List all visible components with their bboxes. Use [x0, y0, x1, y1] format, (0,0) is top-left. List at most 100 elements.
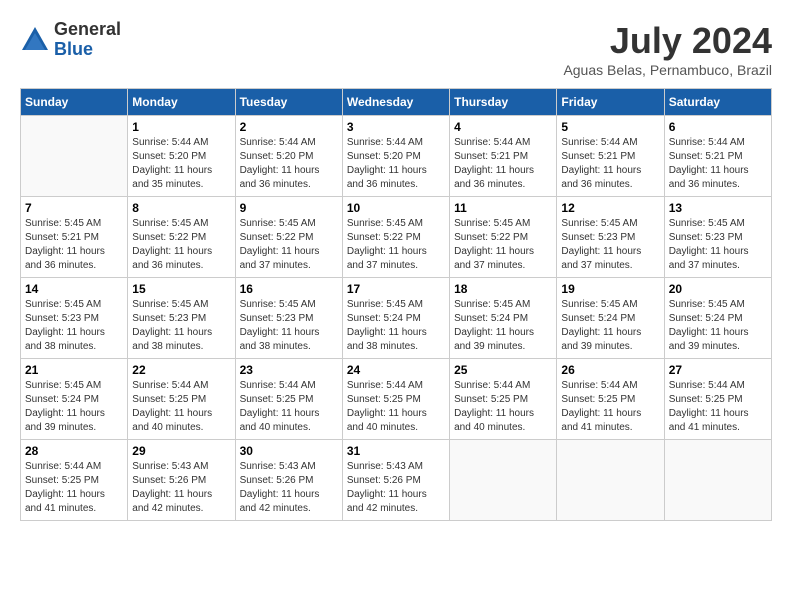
day-number: 2 — [240, 120, 338, 134]
logo-blue-text: Blue — [54, 40, 121, 60]
calendar-day-cell: 6 Sunrise: 5:44 AM Sunset: 5:21 PM Daylig… — [664, 116, 771, 197]
logo-general-text: General — [54, 20, 121, 40]
day-info: Sunrise: 5:45 AM Sunset: 5:24 PM Dayligh… — [347, 298, 445, 354]
day-info: Sunrise: 5:45 AM Sunset: 5:23 PM Dayligh… — [25, 298, 123, 354]
calendar-day-cell: 31Sunrise: 5:43 AM Sunset: 5:26 PM Dayli… — [342, 440, 449, 521]
logo-icon — [20, 25, 50, 55]
day-number: 31 — [347, 444, 445, 458]
calendar-header-row: SundayMondayTuesdayWednesdayThursdayFrid… — [21, 89, 772, 116]
calendar-day-cell: 18 Sunrise: 5:45 AM Sunset: 5:24 PM Dayli… — [450, 278, 557, 359]
day-info: Sunrise: 5:45 AM Sunset: 5:23 PM Dayligh… — [561, 217, 659, 273]
day-info: Sunrise: 5:44 AM Sunset: 5:21 PM Dayligh… — [561, 136, 659, 192]
calendar-day-cell: 27 Sunrise: 5:44 AM Sunset: 5:25 PM Dayli… — [664, 359, 771, 440]
day-number: 6 — [669, 120, 767, 134]
day-number: 19 — [561, 282, 659, 296]
day-info: Sunrise: 5:45 AM Sunset: 5:22 PM Dayligh… — [240, 217, 338, 273]
calendar-day-cell — [21, 116, 128, 197]
day-number: 18 — [454, 282, 552, 296]
calendar-day-cell: 28 Sunrise: 5:44 AM Sunset: 5:25 PM Dayli… — [21, 440, 128, 521]
day-info: Sunrise: 5:45 AM Sunset: 5:24 PM Dayligh… — [454, 298, 552, 354]
calendar-day-cell: 9 Sunrise: 5:45 AM Sunset: 5:22 PM Daylig… — [235, 197, 342, 278]
day-info: Sunrise: 5:44 AM Sunset: 5:25 PM Dayligh… — [669, 379, 767, 435]
calendar-week-row: 14 Sunrise: 5:45 AM Sunset: 5:23 PM Dayli… — [21, 278, 772, 359]
logo: General Blue — [20, 20, 121, 60]
calendar-day-cell: 17Sunrise: 5:45 AM Sunset: 5:24 PM Dayli… — [342, 278, 449, 359]
calendar-day-header: Monday — [128, 89, 235, 116]
day-info: Sunrise: 5:44 AM Sunset: 5:25 PM Dayligh… — [25, 460, 123, 516]
calendar-week-row: 28 Sunrise: 5:44 AM Sunset: 5:25 PM Dayli… — [21, 440, 772, 521]
day-info: Sunrise: 5:44 AM Sunset: 5:25 PM Dayligh… — [240, 379, 338, 435]
day-info: Sunrise: 5:45 AM Sunset: 5:23 PM Dayligh… — [240, 298, 338, 354]
day-info: Sunrise: 5:45 AM Sunset: 5:24 PM Dayligh… — [561, 298, 659, 354]
calendar-day-cell: 10Sunrise: 5:45 AM Sunset: 5:22 PM Dayli… — [342, 197, 449, 278]
calendar-day-header: Friday — [557, 89, 664, 116]
day-info: Sunrise: 5:44 AM Sunset: 5:21 PM Dayligh… — [454, 136, 552, 192]
calendar-day-cell: 12 Sunrise: 5:45 AM Sunset: 5:23 PM Dayli… — [557, 197, 664, 278]
calendar-day-cell — [557, 440, 664, 521]
day-number: 3 — [347, 120, 445, 134]
calendar-day-cell: 30Sunrise: 5:43 AM Sunset: 5:26 PM Dayli… — [235, 440, 342, 521]
calendar-week-row: 7Sunrise: 5:45 AM Sunset: 5:21 PM Daylig… — [21, 197, 772, 278]
day-info: Sunrise: 5:44 AM Sunset: 5:25 PM Dayligh… — [561, 379, 659, 435]
calendar-day-cell: 2 Sunrise: 5:44 AM Sunset: 5:20 PM Daylig… — [235, 116, 342, 197]
calendar-day-cell: 11Sunrise: 5:45 AM Sunset: 5:22 PM Dayli… — [450, 197, 557, 278]
calendar-day-cell: 26Sunrise: 5:44 AM Sunset: 5:25 PM Dayli… — [557, 359, 664, 440]
day-number: 1 — [132, 120, 230, 134]
day-number: 4 — [454, 120, 552, 134]
day-number: 13 — [669, 201, 767, 215]
calendar-day-cell: 5 Sunrise: 5:44 AM Sunset: 5:21 PM Daylig… — [557, 116, 664, 197]
day-number: 25 — [454, 363, 552, 377]
calendar-day-cell: 1 Sunrise: 5:44 AM Sunset: 5:20 PM Daylig… — [128, 116, 235, 197]
day-info: Sunrise: 5:45 AM Sunset: 5:24 PM Dayligh… — [669, 298, 767, 354]
day-number: 28 — [25, 444, 123, 458]
calendar-day-cell: 21 Sunrise: 5:45 AM Sunset: 5:24 PM Dayli… — [21, 359, 128, 440]
day-number: 16 — [240, 282, 338, 296]
day-number: 24 — [347, 363, 445, 377]
calendar-day-header: Saturday — [664, 89, 771, 116]
day-info: Sunrise: 5:45 AM Sunset: 5:22 PM Dayligh… — [347, 217, 445, 273]
day-number: 9 — [240, 201, 338, 215]
calendar-day-header: Sunday — [21, 89, 128, 116]
calendar-day-cell: 22Sunrise: 5:44 AM Sunset: 5:25 PM Dayli… — [128, 359, 235, 440]
calendar-week-row: 21 Sunrise: 5:45 AM Sunset: 5:24 PM Dayli… — [21, 359, 772, 440]
calendar-day-cell: 7Sunrise: 5:45 AM Sunset: 5:21 PM Daylig… — [21, 197, 128, 278]
day-number: 12 — [561, 201, 659, 215]
day-number: 21 — [25, 363, 123, 377]
month-title: July 2024 — [563, 20, 772, 62]
day-number: 23 — [240, 363, 338, 377]
location-text: Aguas Belas, Pernambuco, Brazil — [563, 62, 772, 78]
day-info: Sunrise: 5:45 AM Sunset: 5:22 PM Dayligh… — [132, 217, 230, 273]
day-info: Sunrise: 5:44 AM Sunset: 5:25 PM Dayligh… — [454, 379, 552, 435]
calendar-day-cell — [664, 440, 771, 521]
calendar-day-header: Tuesday — [235, 89, 342, 116]
day-info: Sunrise: 5:44 AM Sunset: 5:20 PM Dayligh… — [132, 136, 230, 192]
day-info: Sunrise: 5:43 AM Sunset: 5:26 PM Dayligh… — [240, 460, 338, 516]
day-number: 14 — [25, 282, 123, 296]
day-info: Sunrise: 5:44 AM Sunset: 5:25 PM Dayligh… — [347, 379, 445, 435]
calendar-day-cell: 8Sunrise: 5:45 AM Sunset: 5:22 PM Daylig… — [128, 197, 235, 278]
day-info: Sunrise: 5:44 AM Sunset: 5:20 PM Dayligh… — [240, 136, 338, 192]
calendar-day-cell: 4 Sunrise: 5:44 AM Sunset: 5:21 PM Daylig… — [450, 116, 557, 197]
calendar-day-cell: 13 Sunrise: 5:45 AM Sunset: 5:23 PM Dayli… — [664, 197, 771, 278]
day-number: 15 — [132, 282, 230, 296]
day-info: Sunrise: 5:45 AM Sunset: 5:23 PM Dayligh… — [669, 217, 767, 273]
day-info: Sunrise: 5:45 AM Sunset: 5:24 PM Dayligh… — [25, 379, 123, 435]
day-info: Sunrise: 5:44 AM Sunset: 5:20 PM Dayligh… — [347, 136, 445, 192]
calendar-day-cell: 14 Sunrise: 5:45 AM Sunset: 5:23 PM Dayli… — [21, 278, 128, 359]
day-info: Sunrise: 5:45 AM Sunset: 5:21 PM Dayligh… — [25, 217, 123, 273]
day-number: 27 — [669, 363, 767, 377]
day-number: 20 — [669, 282, 767, 296]
calendar-day-cell: 23 Sunrise: 5:44 AM Sunset: 5:25 PM Dayli… — [235, 359, 342, 440]
day-number: 22 — [132, 363, 230, 377]
calendar-day-header: Thursday — [450, 89, 557, 116]
day-number: 5 — [561, 120, 659, 134]
calendar-day-cell: 16 Sunrise: 5:45 AM Sunset: 5:23 PM Dayli… — [235, 278, 342, 359]
calendar-day-cell: 15Sunrise: 5:45 AM Sunset: 5:23 PM Dayli… — [128, 278, 235, 359]
calendar-table: SundayMondayTuesdayWednesdayThursdayFrid… — [20, 88, 772, 521]
day-info: Sunrise: 5:43 AM Sunset: 5:26 PM Dayligh… — [132, 460, 230, 516]
calendar-day-cell: 24 Sunrise: 5:44 AM Sunset: 5:25 PM Dayli… — [342, 359, 449, 440]
calendar-day-cell: 19 Sunrise: 5:45 AM Sunset: 5:24 PM Dayli… — [557, 278, 664, 359]
day-info: Sunrise: 5:44 AM Sunset: 5:21 PM Dayligh… — [669, 136, 767, 192]
title-section: July 2024 Aguas Belas, Pernambuco, Brazi… — [563, 20, 772, 78]
page-header: General Blue July 2024 Aguas Belas, Pern… — [20, 20, 772, 78]
